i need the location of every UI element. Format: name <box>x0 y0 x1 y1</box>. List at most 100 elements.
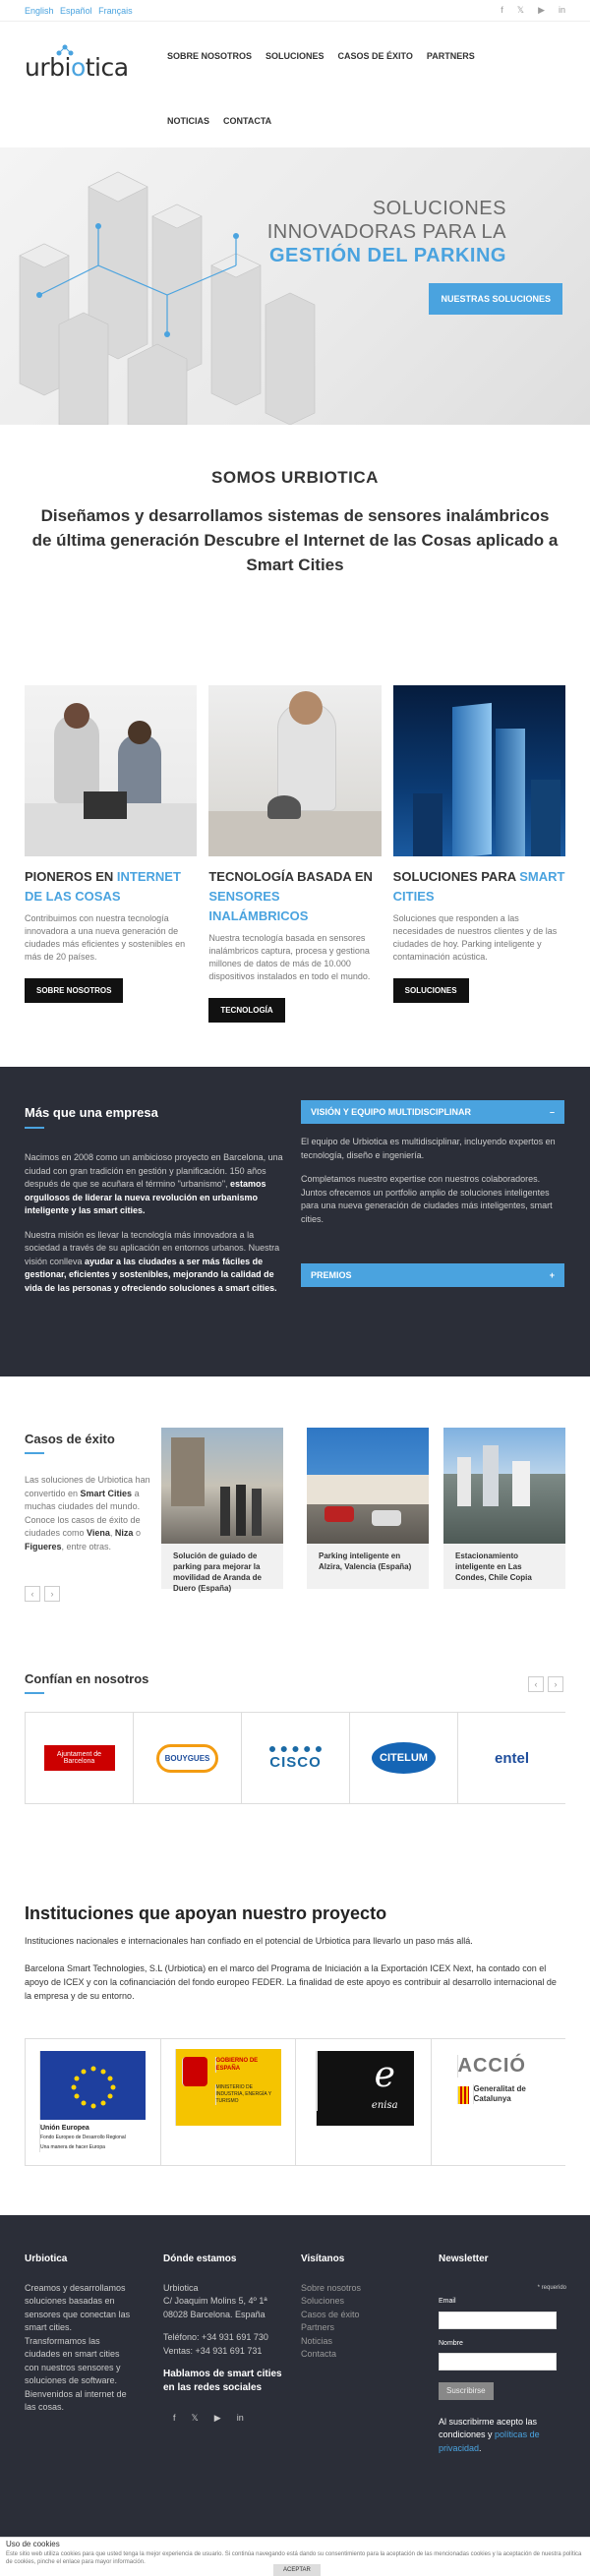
facebook-icon[interactable]: f <box>501 5 503 16</box>
nav-contacta[interactable]: CONTACTA <box>223 114 271 128</box>
tecnologia-button[interactable]: TECNOLOGÍA <box>208 998 284 1023</box>
card-pioneros: PIONEROS EN INTERNET DE LAS COSAS Contri… <box>25 685 197 1023</box>
hero-banner: SOLUCIONES INNOVADORAS PARA LA GESTIÓN D… <box>0 147 590 425</box>
footer-heading: Visítanos <box>301 2253 409 2266</box>
isometric-city-illustration <box>0 147 324 425</box>
nuestras-soluciones-button[interactable]: NUESTRAS SOLUCIONES <box>429 283 562 315</box>
empresa-paragraph-2: Nuestra misión es llevar la tecnología m… <box>25 1229 288 1296</box>
twitter-icon[interactable]: 𝕏 <box>192 2412 199 2426</box>
logo-text-a: urbi <box>25 53 71 82</box>
social-links: f 𝕏 ▶ in <box>501 5 565 16</box>
case-caption: Estacionamiento inteligente en Las Conde… <box>443 1544 565 1589</box>
cookie-title: Uso de cookies <box>6 2541 584 2548</box>
accordion-paragraph-2: Completamos nuestro expertise con nuestr… <box>301 1173 564 1226</box>
facebook-icon[interactable]: f <box>173 2412 176 2426</box>
gobierno-label: GOBIERNO DE ESPAÑA <box>215 2057 274 2073</box>
accept-cookies-button[interactable]: ACEPTAR <box>273 2564 321 2576</box>
generalitat-label: Generalitat de Catalunya <box>473 2084 534 2104</box>
footer-link[interactable]: Soluciones <box>301 2295 409 2309</box>
footer-social: f 𝕏 ▶ in <box>163 2412 291 2426</box>
accio-label: ACCIÓ <box>457 2055 590 2078</box>
engineer-photo <box>208 685 381 856</box>
institution-logos: Unión Europea Fondo Europeo de Desarroll… <box>25 2038 565 2166</box>
skyscraper-photo <box>393 685 565 856</box>
chevron-right-icon[interactable]: › <box>548 1676 563 1692</box>
card-text: Nuestra tecnología basada en sensores in… <box>208 932 381 983</box>
instituciones-intro: Instituciones nacionales e internacional… <box>25 1935 565 1948</box>
instituciones-section: Instituciones que apoyan nuestro proyect… <box>0 1893 590 2207</box>
footer-heading: Newsletter <box>439 2253 566 2266</box>
subscribe-button[interactable]: Suscribirse <box>439 2382 494 2400</box>
footer-link[interactable]: Sobre nosotros <box>301 2282 409 2296</box>
case-card[interactable]: Solución de guiado de parking para mejor… <box>161 1428 283 1589</box>
somos-section: SOMOS URBIOTICA Diseñamos y desarrollamo… <box>0 425 590 577</box>
empresa-text: Nacimos en 2008 como un ambicioso proyec… <box>25 1151 288 1306</box>
footer-links: Visítanos Sobre nosotros Soluciones Caso… <box>301 2253 409 2362</box>
lang-francais[interactable]: Français <box>98 6 133 16</box>
logo-citelum: CITELUM <box>349 1713 457 1803</box>
main-nav: SOBRE NOSOTROS SOLUCIONES CASOS DE ÉXITO… <box>167 49 492 128</box>
card-title: TECNOLOGÍA BASADA EN SENSORES INALÁMBRIC… <box>208 867 381 926</box>
lang-english[interactable]: English <box>25 6 54 16</box>
section-title: Instituciones que apoyan nuestro proyect… <box>25 1903 386 1924</box>
logo[interactable]: urbiotica <box>25 53 129 82</box>
chevron-left-icon[interactable]: ‹ <box>528 1676 544 1692</box>
logo-enisa: e enisa <box>295 2039 431 2165</box>
logo-union-europea: Unión Europea Fondo Europeo de Desarroll… <box>25 2039 160 2165</box>
email-field[interactable] <box>439 2312 557 2329</box>
card-text: Contribuimos con nuestra tecnología inno… <box>25 912 197 964</box>
nav-partners[interactable]: PARTNERS <box>427 49 475 63</box>
nav-casos-de-exito[interactable]: CASOS DE ÉXITO <box>338 49 413 63</box>
card-tecnologia: TECNOLOGÍA BASADA EN SENSORES INALÁMBRIC… <box>208 685 381 1023</box>
accordion-vision-equipo[interactable]: VISIÓN Y EQUIPO MULTIDISCIPLINAR– <box>301 1100 564 1124</box>
case-caption: Solución de guiado de parking para mejor… <box>161 1544 283 1589</box>
youtube-icon[interactable]: ▶ <box>214 2412 221 2426</box>
hero-line-3: GESTIÓN DEL PARKING <box>267 244 506 267</box>
somos-subtitle: Diseñamos y desarrollamos sistemas de se… <box>30 503 560 577</box>
card-title: SOLUCIONES PARA SMART CITIES <box>393 867 565 907</box>
linkedin-icon[interactable]: in <box>559 5 565 16</box>
footer-link[interactable]: Partners <box>301 2321 409 2335</box>
nav-sobre-nosotros[interactable]: SOBRE NOSOTROS <box>167 49 252 63</box>
email-label: Email <box>439 2295 566 2309</box>
hero-line-2: INNOVADORAS PARA LA <box>267 221 506 243</box>
logo-ajuntament-barcelona: Ajuntament de Barcelona <box>25 1713 133 1803</box>
footer-link[interactable]: Contacta <box>301 2348 409 2362</box>
nav-noticias[interactable]: NOTICIAS <box>167 114 209 128</box>
lang-espanol[interactable]: Español <box>60 6 92 16</box>
hero-title: SOLUCIONES INNOVADORAS PARA LA GESTIÓN D… <box>267 197 506 267</box>
footer-link[interactable]: Casos de éxito <box>301 2309 409 2322</box>
logos-carousel-arrows: ‹› <box>528 1676 563 1692</box>
logo-text-b: o <box>71 53 86 82</box>
card-text: Soluciones que responden a las necesidad… <box>393 912 565 964</box>
nombre-field[interactable] <box>439 2353 557 2371</box>
youtube-icon[interactable]: ▶ <box>538 5 545 16</box>
soluciones-button[interactable]: SOLUCIONES <box>393 978 469 1003</box>
top-bar: English Español Français f 𝕏 ▶ in <box>0 0 590 22</box>
twitter-icon[interactable]: 𝕏 <box>517 5 524 16</box>
footer-newsletter: Newsletter * requerido Email Nombre Susc… <box>439 2253 566 2455</box>
eu-motto: Una manera de hacer Europa <box>40 2144 105 2150</box>
footer-contact: Dónde estamos Urbiotica C/ Joaquim Molin… <box>163 2253 291 2426</box>
footer-link[interactable]: Noticias <box>301 2335 409 2349</box>
address-line: Urbiotica <box>163 2282 291 2296</box>
section-title: Casos de éxito <box>25 1432 115 1446</box>
linkedin-icon[interactable]: in <box>237 2412 244 2426</box>
case-photo <box>443 1428 565 1544</box>
casos-text: Las soluciones de Urbiotica han converti… <box>25 1474 150 1553</box>
title-underline <box>25 1692 44 1694</box>
logo-mark-icon <box>55 43 75 57</box>
card-soluciones: SOLUCIONES PARA SMART CITIES Soluciones … <box>393 685 565 1023</box>
confian-section: Confían en nosotros ‹› Ajuntament de Bar… <box>0 1598 590 1893</box>
case-card[interactable]: Parking inteligente en Alzira, Valencia … <box>307 1428 429 1589</box>
logo-cisco: CISCO <box>241 1713 349 1803</box>
card-title: PIONEROS EN INTERNET DE LAS COSAS <box>25 867 197 907</box>
accordion-premios[interactable]: PREMIOS+ <box>301 1263 564 1287</box>
footer-about-text: Creamos y desarrollamos soluciones basad… <box>25 2282 135 2415</box>
case-card[interactable]: Estacionamiento inteligente en Las Conde… <box>443 1428 565 1589</box>
feder-label: Fondo Europeo de Desarrollo Regional <box>40 2135 126 2140</box>
nav-soluciones[interactable]: SOLUCIONES <box>266 49 324 63</box>
accordion-content: El equipo de Urbiotica es multidisciplin… <box>301 1136 564 1237</box>
title-underline <box>25 1452 44 1454</box>
sobre-nosotros-button[interactable]: SOBRE NOSOTROS <box>25 978 123 1003</box>
